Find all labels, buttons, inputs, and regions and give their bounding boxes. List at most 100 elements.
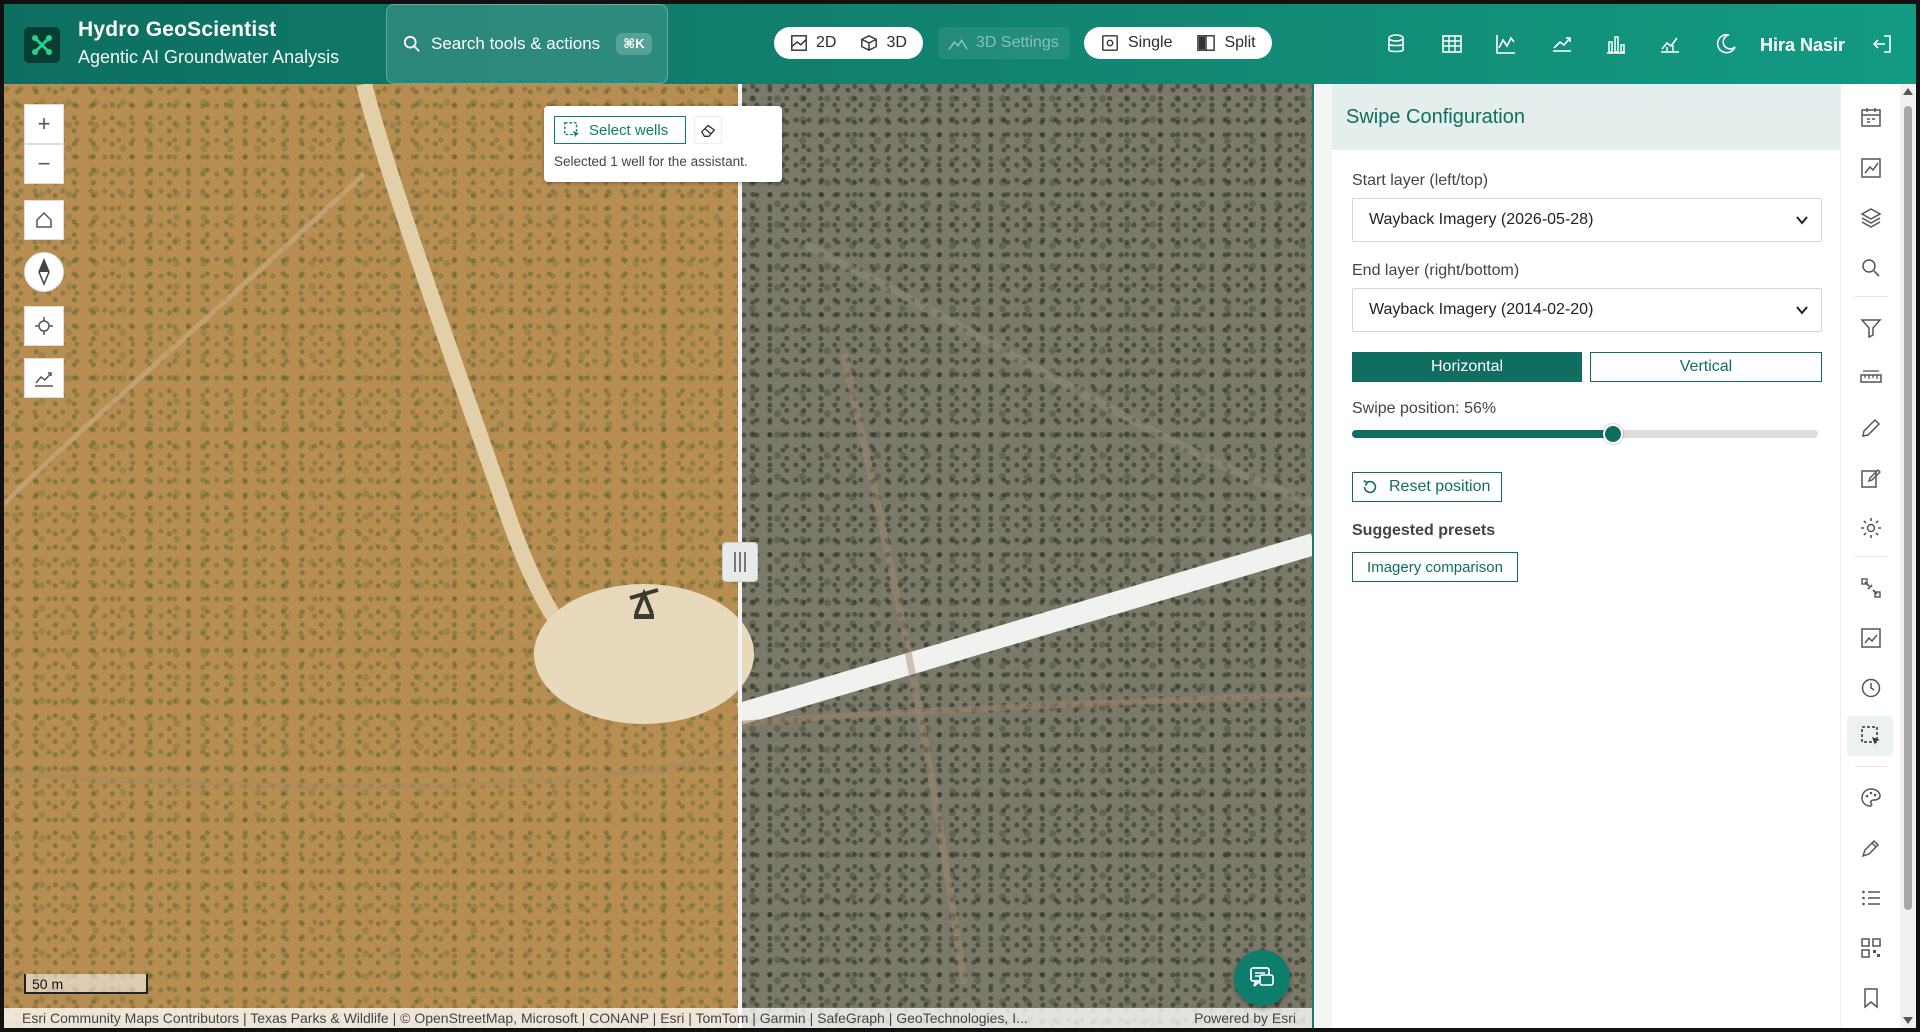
map-features [4,84,1312,985]
image-analysis-icon[interactable] [1859,626,1883,650]
app-logo[interactable] [24,27,60,63]
slider-fill [1352,430,1613,438]
elevation-profile-button[interactable] [24,358,64,398]
app-header: Hydro GeoScientist Agentic AI Groundwate… [4,4,1916,84]
locate-button[interactable] [24,306,64,346]
table-icon[interactable] [1440,32,1464,56]
select-wells-popup: Select wells Selected 1 well for the ass… [544,106,782,182]
well-pad [534,584,754,724]
filter-icon[interactable] [1859,316,1883,340]
zoom-in-button[interactable]: + [24,104,64,144]
settings-3d-button[interactable]: 3D Settings [938,27,1069,59]
powered-by-link[interactable]: Powered by Esri [1194,1008,1296,1028]
swipe-handle[interactable] [722,542,758,582]
logo-icon [32,35,52,55]
database-icon[interactable] [1384,32,1408,56]
bookmark-icon[interactable] [1859,986,1883,1010]
search-icon [403,35,420,52]
map-attribution: Esri Community Maps Contributors | Texas… [4,1008,1312,1028]
paved-road [736,533,1312,725]
chevron-down-icon [1796,306,1808,315]
slider-thumb[interactable] [1602,424,1623,444]
home-icon [36,211,52,228]
reset-position-button[interactable]: Reset position [1352,472,1502,502]
reset-position-label: Reset position [1389,478,1491,495]
pencil-icon[interactable] [1859,416,1883,440]
satellite-icon[interactable] [1859,576,1883,600]
reset-icon [1363,479,1377,494]
app-title: Hydro GeoScientist [78,18,277,41]
layers-icon[interactable] [1859,206,1883,230]
user-name[interactable]: Hira Nasir [1760,35,1845,56]
start-layer-select[interactable]: Wayback Imagery (2026-05-28) [1352,198,1822,242]
compass-button[interactable] [24,252,64,292]
compass-icon [38,258,50,286]
terrain-settings-icon [948,38,968,50]
single-view-label: Single [1128,34,1173,51]
split-view-label: Split [1224,34,1256,51]
moon-icon[interactable] [1714,32,1738,56]
select-area-icon[interactable] [1859,724,1883,748]
split-map-icon [1197,35,1216,51]
logout-icon[interactable] [1870,32,1894,56]
rail-separator [1855,556,1887,557]
measure-icon[interactable] [1859,366,1883,390]
view-3d-button[interactable]: 3D [848,29,918,57]
scrollbar-thumb[interactable] [1904,106,1912,910]
search-shortcut-badge: ⌘K [616,33,652,55]
start-layer-value: Wayback Imagery (2026-05-28) [1369,211,1594,228]
search-label: Search tools & actions [431,34,601,53]
search-tools-button[interactable]: Search tools & actions ⌘K [386,4,668,84]
paint-icon[interactable] [1859,836,1883,860]
bar-chart-icon[interactable] [1604,32,1628,56]
edit-note-icon[interactable] [1859,466,1883,490]
select-wells-button[interactable]: Select wells [554,116,686,144]
app-subtitle: Agentic AI Groundwater Analysis [78,47,340,67]
settings-3d-label: 3D Settings [976,34,1059,51]
line-chart-icon[interactable] [1494,32,1518,56]
panel-header: Swipe Configuration [1332,84,1840,150]
clear-selection-button[interactable] [694,116,722,144]
swipe-position-label: Swipe position: 56% [1352,400,1497,417]
track-diagonal [802,240,1312,508]
panel-scrollbar[interactable] [1900,84,1916,1028]
attribution-text: Esri Community Maps Contributors | Texas… [22,1010,1028,1026]
end-layer-value: Wayback Imagery (2014-02-20) [1369,301,1594,318]
eraser-icon [700,124,716,137]
home-button[interactable] [24,200,64,240]
search-icon[interactable] [1859,256,1883,280]
track-bottom-left [4,751,741,790]
settings-icon[interactable] [1859,516,1883,540]
chart-analysis-icon[interactable] [1658,32,1682,56]
palette-icon[interactable] [1859,786,1883,810]
scale-bar: 50 m [24,974,148,994]
scroll-down-arrow[interactable] [1903,1017,1913,1024]
single-view-button[interactable]: Single [1088,29,1184,57]
panel-title: Swipe Configuration [1346,106,1525,128]
zoom-in-icon: + [37,111,51,136]
rail-separator [1855,296,1887,297]
chart-edit-icon[interactable] [1859,156,1883,180]
calendar-table-icon[interactable] [1859,106,1883,130]
zoom-out-button[interactable]: − [24,144,64,184]
view-2d-label: 2D [816,34,837,51]
swipe-position-slider[interactable] [1352,424,1818,444]
map-view[interactable]: + − Select wells Selected 1 well for the… [4,84,1314,1028]
imagery-comparison-preset-button[interactable]: Imagery comparison [1352,552,1518,582]
elevation-profile-icon [35,372,53,387]
scroll-up-arrow[interactable] [1903,88,1913,95]
end-layer-label: End layer (right/bottom) [1352,262,1520,279]
end-layer-select[interactable]: Wayback Imagery (2014-02-20) [1352,288,1822,332]
split-view-button[interactable]: Split [1184,29,1267,57]
cube-icon [861,34,878,52]
swipe-configuration-panel: Swipe Configuration Start layer (left/to… [1316,84,1840,1028]
map-2d-icon [791,35,807,51]
view-2d-button[interactable]: 2D [778,29,848,57]
trend-chart-icon[interactable] [1550,32,1574,56]
horizontal-orientation-button[interactable]: Horizontal [1352,352,1582,382]
qr-grid-icon[interactable] [1859,936,1883,960]
vertical-orientation-button[interactable]: Vertical [1590,352,1822,382]
list-icon[interactable] [1859,886,1883,910]
history-icon[interactable] [1859,676,1883,700]
chat-assistant-button[interactable] [1234,950,1290,1006]
